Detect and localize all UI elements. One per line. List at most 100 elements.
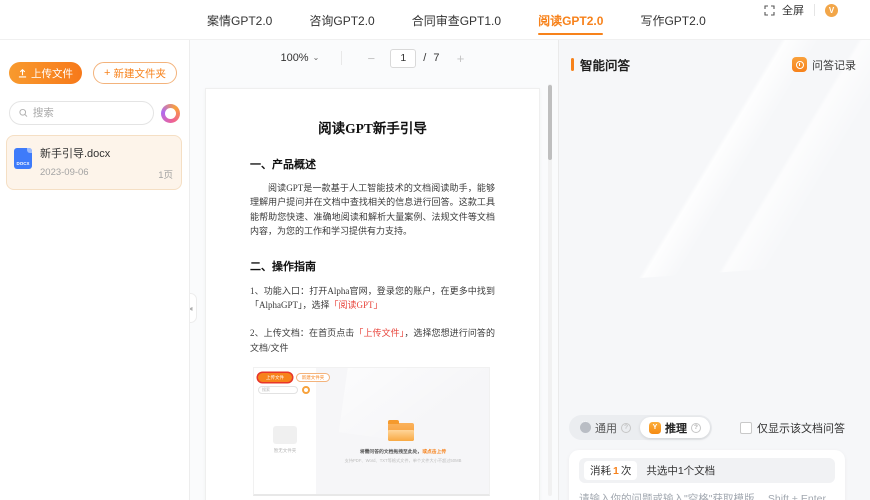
mode-reasoning-option[interactable]: Y 推理 ? [640,417,710,438]
question-input[interactable] [579,491,835,500]
viewer-toolbar: 100% ⌄ − / 7 + [190,40,558,76]
search-input[interactable] [32,107,144,119]
tab-writing-gpt[interactable]: 写作GPT2.0 [640,0,705,40]
document-page: 阅读GPT新手引导 一、产品概述 阅读GPT是一款基于人工智能技术的文档阅读助手… [205,88,540,500]
history-clock-icon [792,57,807,72]
file-date: 2023-09-06 [40,167,89,178]
chevron-down-icon: ⌄ [312,52,320,62]
figure-drop-text-main: 将需问答的文档拖拽至此处， [359,450,423,456]
figure-drop-link: 或点击上传 [422,450,447,456]
figure-folder-icon [388,420,414,442]
user-avatar[interactable]: V [825,3,838,17]
zoom-level-value: 100% [280,52,309,64]
new-folder-button[interactable]: + 新建文件夹 [93,62,177,84]
page-number-input[interactable] [390,48,417,68]
doc-only-checkbox[interactable] [740,421,752,434]
qa-mode-row: 通用 ? Y 推理 ? 仅显示该文档问答 [569,415,845,440]
file-name: 新手引导.docx [40,148,111,160]
figure-spinner-icon [302,386,310,395]
figure-upload-button: 上传文件 [258,373,292,383]
qa-history-label: 问答记录 [812,59,856,72]
plus-icon: + [104,66,111,79]
tab-label: 阅读GPT2.0 [538,13,604,28]
tab-consult-gpt[interactable]: 咨询GPT2.0 [309,0,374,40]
docx-file-icon: DOCX [14,148,32,169]
doc-only-checkbox-row[interactable]: 仅显示该文档问答 [740,420,845,436]
upload-file-button[interactable]: 上传文件 [9,62,82,84]
embedded-screenshot-figure: 上传文件 新建文件夹 搜索 暂无文件夹 将需问答的文档拖拽至此处，或点击上传 支… [253,367,490,497]
tab-reading-gpt[interactable]: 阅读GPT2.0 [538,0,604,40]
mode-reasoning-label: 推理 [665,422,687,435]
tab-label: 案情GPT2.0 [207,13,273,28]
step-1-highlight: 「阅读GPT」 [329,299,383,310]
toolbar-divider [341,51,343,65]
selected-docs-label: 共选中1个文档 [646,465,716,477]
figure-new-folder-button: 新建文件夹 [296,373,330,383]
fullscreen-label[interactable]: 全屏 [782,2,804,18]
mode-general-label: 通用 [595,422,617,435]
sidebar-collapse-handle[interactable]: ◂ [190,293,197,323]
ai-spinner-icon [161,103,180,123]
search-row [9,101,180,125]
gpt-product-tabs: 案情GPT2.0 咨询GPT2.0 合同审查GPT1.0 阅读GPT2.0 写作… [207,0,706,40]
section-body-1: 阅读GPT是一款基于人工智能技术的文档阅读助手，能够理解用户提问并在文档中查找相… [250,183,495,237]
top-navigation-bar: 案情GPT2.0 咨询GPT2.0 合同审查GPT1.0 阅读GPT2.0 写作… [0,0,870,40]
qa-history-button[interactable]: 问答记录 [792,57,856,73]
zoom-in-button[interactable]: + [454,51,468,66]
page-total-label: / 7 [423,52,442,64]
search-icon [19,108,28,117]
section-heading-1: 一、产品概述 [250,159,316,171]
qa-mode-toggle: 通用 ? Y 推理 ? [569,415,712,440]
figure-empty-state: 暂无文件夹 [266,426,304,454]
search-box[interactable] [9,101,154,125]
consume-count: 1 [613,464,619,477]
step-1: 1、功能入口：打开Alpha官网，登录您的账户，在更多中找到「AlphaGPT」… [250,284,495,313]
tab-contract-review-gpt[interactable]: 合同审查GPT1.0 [412,0,501,40]
qa-title-wrap: 智能问答 [571,55,630,74]
zoom-out-button[interactable]: − [364,51,378,66]
sidebar-actions: 上传文件 + 新建文件夹 [9,62,181,84]
step-2: 2、上传文档：在首页点击「上传文件」，选择您想进行问答的文档/文件 [250,326,495,355]
file-info: 新手引导.docx 2023-09-06 1页 [40,145,173,181]
qa-input-card: 消耗 1 次 共选中1个文档 [569,450,845,500]
tab-label: 写作GPT2.0 [640,13,706,28]
tab-label: 合同审查GPT1.0 [411,13,502,28]
tab-label: 咨询GPT2.0 [309,13,375,28]
consume-count-pill: 消耗 1 次 [584,461,638,480]
qa-panel-title: 智能问答 [580,59,631,73]
section-heading-2: 二、操作指南 [250,260,316,273]
collapse-arrow-icon: ◂ [190,303,193,313]
consume-prefix: 消耗 [590,465,611,477]
tab-case-gpt[interactable]: 案情GPT2.0 [207,0,272,40]
zoom-level-dropdown[interactable]: 100% ⌄ [280,52,319,64]
app-window: 案情GPT2.0 咨询GPT2.0 合同审查GPT1.0 阅读GPT2.0 写作… [0,0,870,500]
title-accent-bar [571,58,574,71]
document-viewer: 100% ⌄ − / 7 + 阅读GPT新手引导 一、产品概述 阅读GPT是一款… [190,40,558,500]
mode-general-option[interactable]: 通用 ? [571,417,640,438]
viewer-scrollbar-thumb[interactable] [548,85,552,160]
file-list-item[interactable]: DOCX 新手引导.docx 2023-09-06 1页 [6,135,182,190]
figure-search-box: 搜索 [258,386,298,395]
upload-icon [18,68,27,77]
document-title: 阅读GPT新手引导 [318,121,427,136]
new-folder-label: 新建文件夹 [113,67,166,80]
consume-info-bar: 消耗 1 次 共选中1个文档 [579,458,835,483]
help-icon[interactable]: ? [621,422,631,433]
file-page-count: 1页 [158,170,173,181]
help-icon[interactable]: ? [691,422,701,433]
figure-empty-caption: 暂无文件夹 [273,448,297,454]
figure-drop-hint: 支持PDF、Word、TXT等格式文件，单个文件大小不超过50MB [344,458,462,464]
step-2-text: 2、上传文档：在首页点击 [250,328,355,339]
upload-file-label: 上传文件 [31,67,73,80]
consume-suffix: 次 [620,465,632,477]
file-meta: 2023-09-06 1页 [40,167,173,181]
chat-bubble-icon [580,419,591,433]
fullscreen-icon[interactable] [764,4,775,16]
topbar-right-cluster: 全屏 V [764,1,838,19]
doc-only-label: 仅显示该文档问答 [757,422,845,435]
figure-drop-text: 将需问答的文档拖拽至此处，或点击上传 [328,448,478,455]
gem-icon: Y [649,421,661,434]
figure-empty-illustration [273,426,297,445]
qa-header: 智能问答 问答记录 [559,40,870,74]
topbar-divider [814,4,815,16]
